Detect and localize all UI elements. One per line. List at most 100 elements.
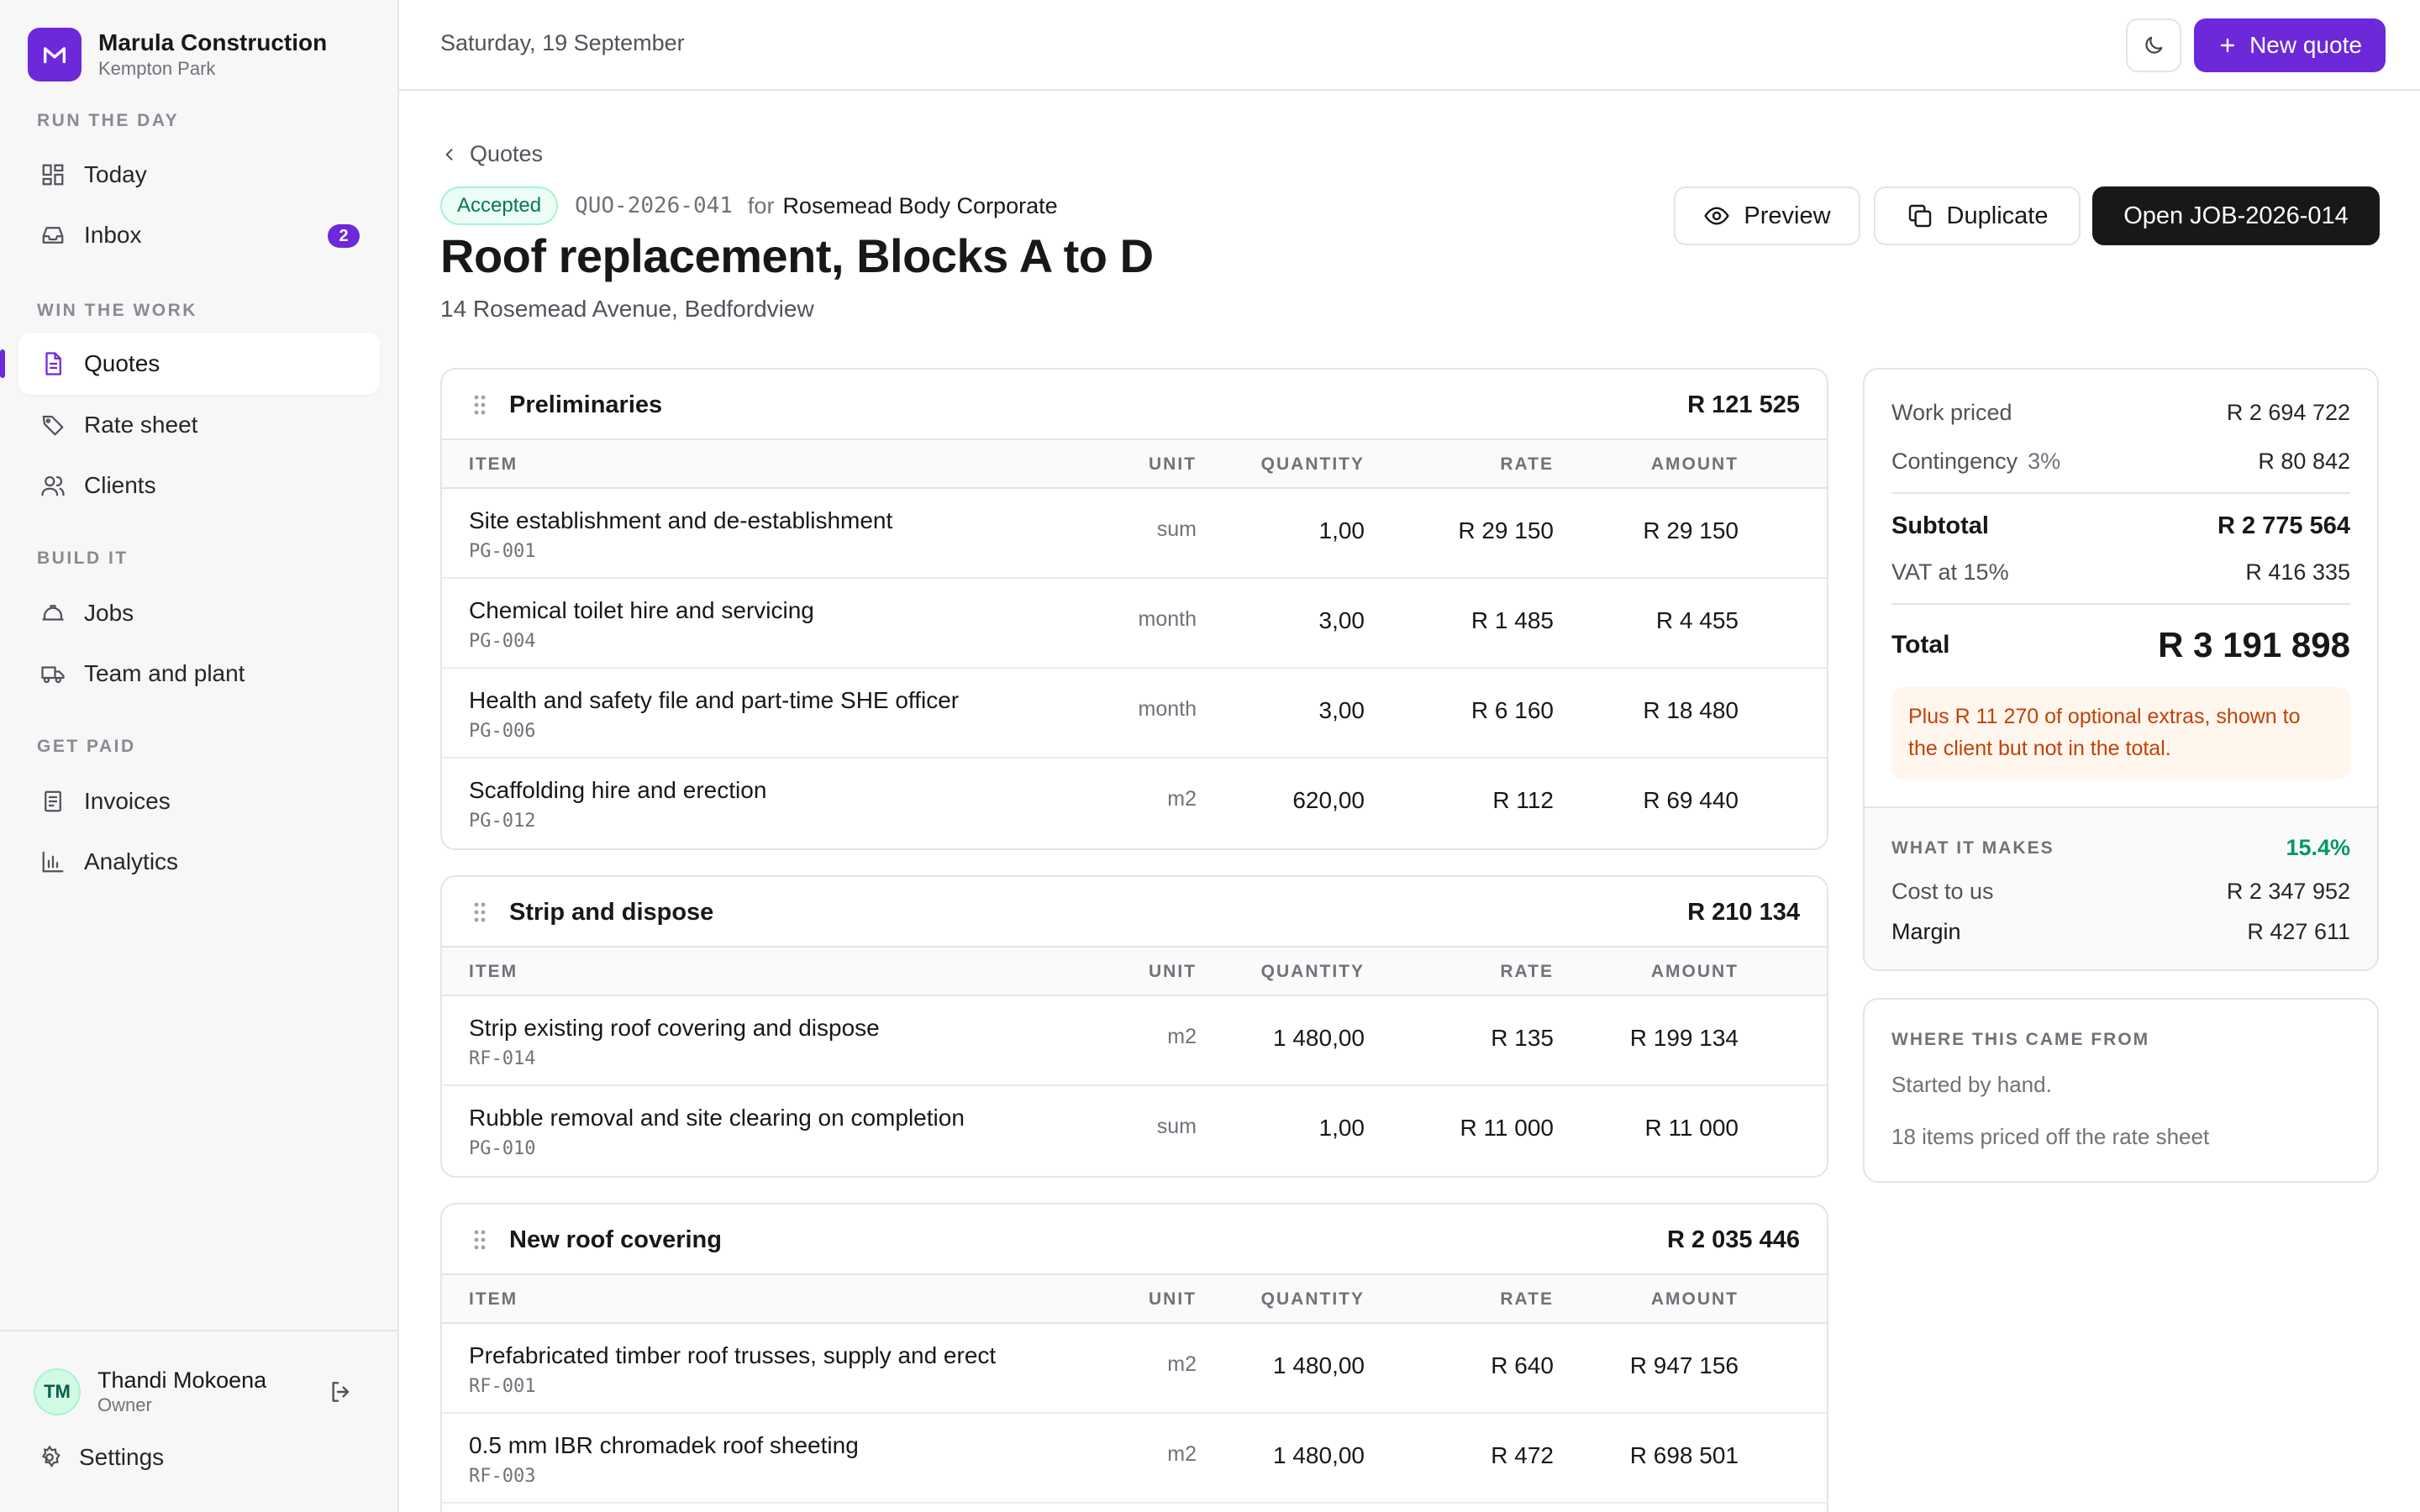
table-row[interactable]: Health and safety file and part-time SHE… <box>442 669 1827 759</box>
table-row[interactable]: Rubble removal and site clearing on comp… <box>442 1086 1827 1176</box>
company-location: Kempton Park <box>98 58 216 79</box>
hardhat-icon <box>39 599 67 627</box>
sidebar-item-team-and-plant[interactable]: Team and plant <box>18 643 380 705</box>
subtotal-label: Subtotal <box>1891 512 1989 539</box>
table-row[interactable]: 0.5 mm IBR chromadek roof sheeting RF-00… <box>442 1414 1827 1504</box>
preview-button[interactable]: Preview <box>1674 186 1860 245</box>
item-rate: R 640 <box>1491 1352 1554 1378</box>
item-description: Site establishment and de-establishment <box>469 507 893 533</box>
item-unit: m2 <box>1167 1442 1197 1466</box>
col-item: ITEM <box>469 1289 518 1309</box>
table-row[interactable]: Scaffolding hire and erection PG-012 m2 … <box>442 759 1827 848</box>
settings-label: Settings <box>79 1444 165 1470</box>
user-role: Owner <box>97 1394 152 1415</box>
vat-label: VAT at 15% <box>1891 559 2009 585</box>
brand-logo <box>28 28 82 81</box>
item-amount: R 199 134 <box>1629 1025 1739 1051</box>
sidebar-item-settings[interactable]: Settings <box>37 1444 164 1471</box>
item-rate: R 29 150 <box>1458 517 1554 543</box>
sidebar-item-invoices[interactable]: Invoices <box>18 770 380 832</box>
drag-handle-icon[interactable] <box>472 1228 487 1256</box>
item-quantity: 3,00 <box>1318 697 1365 723</box>
item-unit: m2 <box>1167 1025 1197 1048</box>
duplicate-label: Duplicate <box>1946 202 2049 229</box>
eye-icon <box>1703 202 1730 229</box>
client-name[interactable]: Rosemead Body Corporate <box>782 193 1057 219</box>
section-header: New roof covering R 2 035 446 <box>442 1205 1827 1275</box>
sidebar-item-today[interactable]: Today <box>18 144 380 206</box>
table-row[interactable]: Site establishment and de-establishment … <box>442 489 1827 579</box>
status-badge: Accepted <box>440 186 559 225</box>
sidebar-item-label: Invoices <box>84 788 171 814</box>
chevron-left-icon <box>441 146 458 163</box>
item-description: Prefabricated timber roof trusses, suppl… <box>469 1342 997 1368</box>
col-quantity: QUANTITY <box>1260 454 1365 474</box>
drag-handle-icon[interactable] <box>472 900 487 928</box>
col-rate: RATE <box>1500 454 1554 474</box>
item-quantity: 3,00 <box>1318 607 1365 633</box>
work-priced-value: R 2 694 722 <box>2226 400 2350 425</box>
cost-line: Cost to us R 2 347 952 <box>1891 879 2350 905</box>
item-rate: R 112 <box>1492 787 1554 813</box>
active-indicator <box>0 349 5 378</box>
item-quantity: 620,00 <box>1292 787 1365 813</box>
item-code: RF-014 <box>469 1048 536 1069</box>
copy-icon <box>1907 202 1933 229</box>
topbar: Saturday, 19 September New quote <box>399 0 2420 91</box>
sidebar-item-jobs[interactable]: Jobs <box>18 582 380 644</box>
table-row[interactable]: Prefabricated timber roof trusses, suppl… <box>442 1324 1827 1414</box>
item-quantity: 1,00 <box>1318 517 1365 543</box>
sidebar-item-label: Analytics <box>84 848 179 874</box>
receipt-icon <box>39 787 67 816</box>
item-unit: sum <box>1156 1115 1197 1138</box>
sidebar-item-quotes[interactable]: Quotes <box>0 333 380 395</box>
theme-toggle-button[interactable] <box>2126 18 2181 72</box>
item-unit: month <box>1138 607 1197 631</box>
duplicate-button[interactable]: Duplicate <box>1874 186 2081 245</box>
logout-icon[interactable] <box>324 1375 358 1409</box>
table-row[interactable]: Chemical toilet hire and servicing PG-00… <box>442 579 1827 669</box>
item-description: Rubble removal and site clearing on comp… <box>469 1105 965 1131</box>
sidebar-item-analytics[interactable]: Analytics <box>18 831 380 893</box>
site-address: 14 Rosemead Avenue, Bedfordview <box>440 296 814 322</box>
item-code: RF-001 <box>469 1376 536 1397</box>
item-quantity: 1 480,00 <box>1273 1352 1365 1378</box>
nav-section-get-paid: GET PAID <box>37 737 136 756</box>
item-quantity: 1,00 <box>1318 1115 1365 1141</box>
moon-icon <box>2142 34 2165 57</box>
open-job-label: Open JOB-2026-014 <box>2123 202 2349 229</box>
section-card-strip-and-dispose: Strip and dispose R 210 134 ITEM UNIT QU… <box>440 875 1828 1178</box>
item-code: PG-004 <box>469 631 536 652</box>
nav-section-win-the-work: WIN THE WORK <box>37 301 197 320</box>
sidebar-item-clients[interactable]: Clients <box>18 454 380 517</box>
contingency-percent[interactable]: 3% <box>2028 449 2060 474</box>
cost-label: Cost to us <box>1891 879 1994 904</box>
company-name: Marula Construction <box>98 29 328 55</box>
open-job-button[interactable]: Open JOB-2026-014 <box>2092 186 2380 245</box>
nav-section-run-the-day: RUN THE DAY <box>37 111 180 130</box>
inbox-count-badge: 2 <box>328 224 360 248</box>
table-row[interactable]: Strip existing roof covering and dispose… <box>442 996 1827 1086</box>
section-name: Strip and dispose <box>509 899 714 926</box>
sidebar-item-rate-sheet[interactable]: Rate sheet <box>18 394 380 456</box>
item-description: 0.5 mm IBR chromadek roof sheeting <box>469 1432 859 1458</box>
drag-handle-icon[interactable] <box>472 393 487 421</box>
item-amount: R 11 000 <box>1644 1115 1739 1141</box>
new-quote-button[interactable]: New quote <box>2194 18 2386 72</box>
truck-icon <box>39 659 67 688</box>
contingency-line: Contingency 3% R 80 842 <box>1891 449 2350 475</box>
section-name: Preliminaries <box>509 391 663 418</box>
source-panel: WHERE THIS CAME FROM Started by hand. 18… <box>1863 998 2379 1183</box>
nav-section-build-it: BUILD IT <box>37 549 129 568</box>
user-profile[interactable]: TM Thandi Mokoena Owner <box>34 1367 266 1417</box>
item-amount: R 947 156 <box>1629 1352 1739 1378</box>
table-header: ITEM UNIT QUANTITY RATE AMOUNT <box>442 440 1827 489</box>
brand[interactable]: Marula Construction Kempton Park <box>28 28 327 81</box>
breadcrumb[interactable]: Quotes <box>441 141 543 167</box>
item-description: Scaffolding hire and erection <box>469 777 767 803</box>
sidebar-item-inbox[interactable]: Inbox 2 <box>18 204 380 266</box>
breadcrumb-label: Quotes <box>470 141 544 166</box>
page-title: Roof replacement, Blocks A to D <box>440 229 1154 282</box>
total-value: R 3 191 898 <box>2158 625 2350 664</box>
item-code: PG-010 <box>469 1138 536 1159</box>
